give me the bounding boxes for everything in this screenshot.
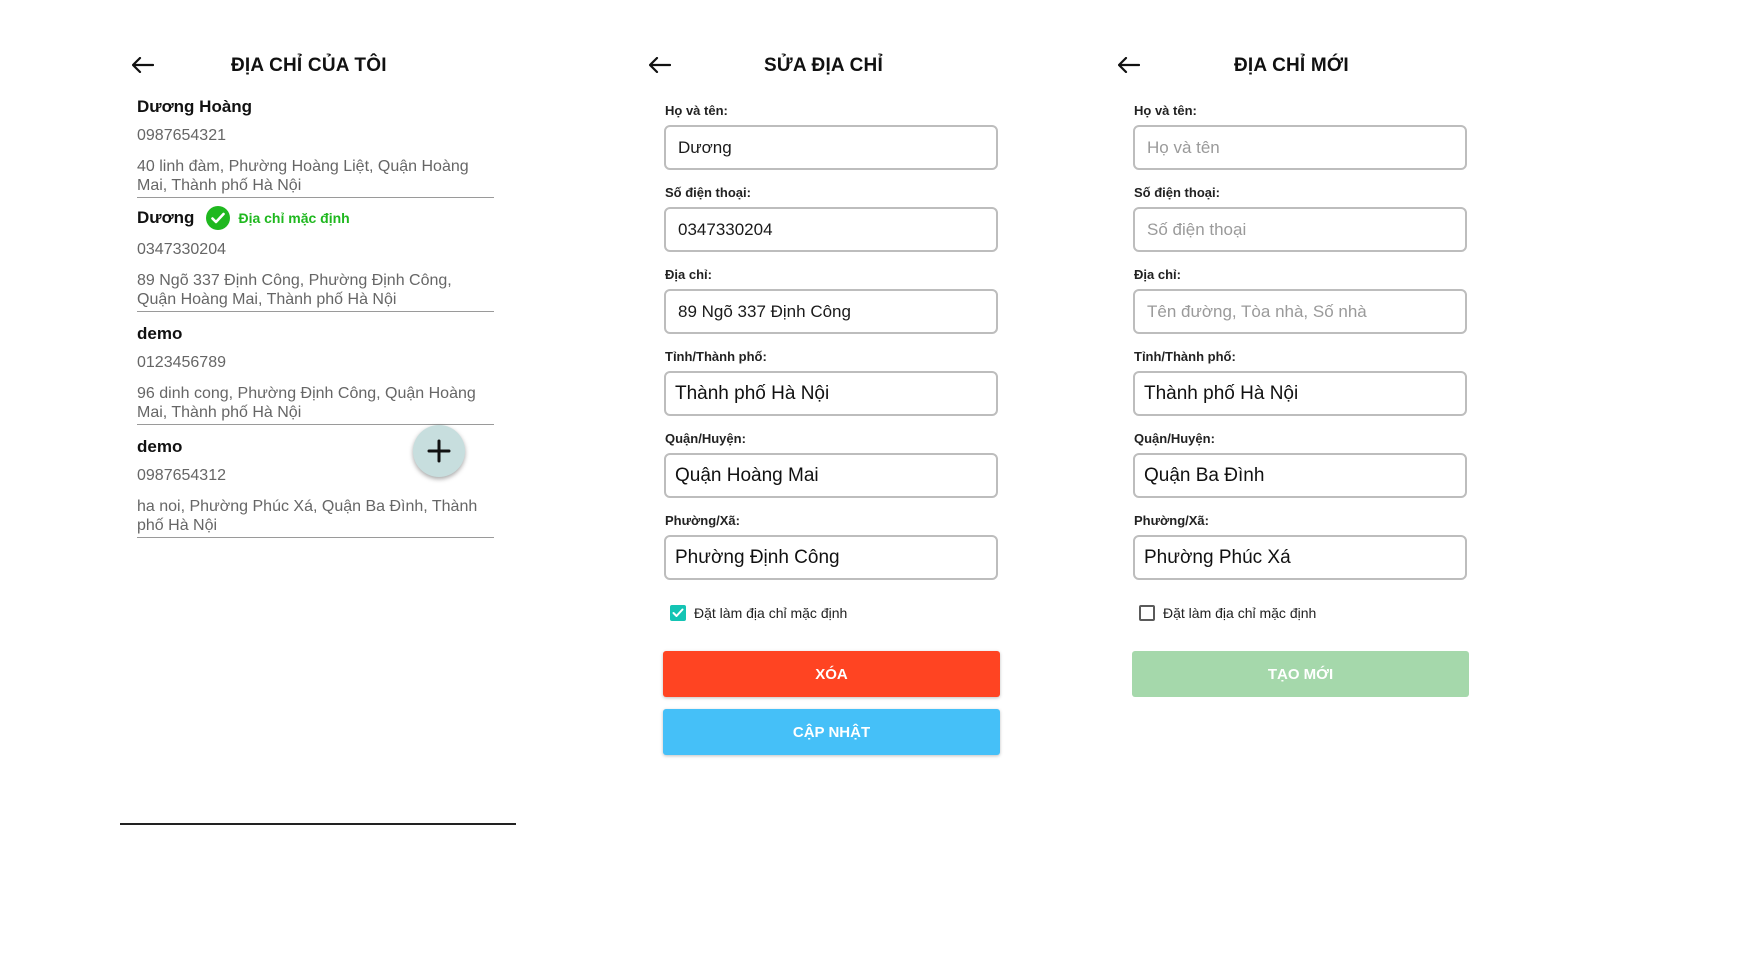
address-phone: 0123456789	[137, 354, 226, 371]
arrow-left-icon	[649, 57, 671, 73]
page-title: ĐỊA CHỈ MỚI	[1234, 55, 1349, 76]
address-item[interactable]: demo	[137, 437, 182, 457]
address-text: 96 dinh cong, Phường Định Công, Quận Hoà…	[137, 385, 476, 421]
divider	[137, 311, 494, 312]
address-name: Dương	[137, 208, 195, 227]
default-checkbox[interactable]	[1139, 605, 1155, 621]
province-label: Tỉnh/Thành phố:	[1134, 349, 1236, 364]
address-phone: 0987654321	[137, 127, 226, 144]
default-checkbox[interactable]	[670, 605, 686, 621]
name-field[interactable]	[1133, 125, 1467, 170]
default-checkbox-label: Đặt làm địa chỉ mặc định	[1163, 605, 1317, 621]
add-address-button[interactable]	[413, 425, 465, 477]
ward-label: Phường/Xã:	[1134, 513, 1209, 528]
ward-value: Phường Phúc Xá	[1144, 546, 1291, 568]
phone-label: Số điện thoại:	[665, 185, 751, 200]
default-checkbox-row: Đặt làm địa chỉ mặc định	[1139, 605, 1316, 621]
district-select[interactable]: Quận Hoàng Mai	[664, 453, 998, 498]
divider	[137, 197, 494, 198]
arrow-left-icon	[132, 57, 154, 73]
province-label: Tỉnh/Thành phố:	[665, 349, 767, 364]
phone-field[interactable]	[1133, 207, 1467, 252]
address-field[interactable]	[1133, 289, 1467, 334]
address-name: Dương Hoàng	[137, 97, 253, 116]
back-button[interactable]	[130, 52, 156, 78]
name-label: Họ và tên:	[665, 103, 728, 118]
address-phone: 0347330204	[137, 241, 226, 258]
plus-icon	[427, 439, 451, 463]
address-label: Địa chỉ:	[1134, 267, 1181, 282]
default-label: Địa chỉ mặc định	[238, 210, 350, 226]
check-circle-icon	[206, 206, 231, 230]
province-value: Thành phố Hà Nội	[1144, 382, 1299, 404]
district-select[interactable]: Quận Ba Đình	[1133, 453, 1467, 498]
address-name: demo	[137, 324, 183, 343]
create-button[interactable]: TẠO MỚI	[1132, 651, 1469, 697]
ward-select[interactable]: Phường Định Công	[664, 535, 998, 580]
address-field[interactable]	[664, 289, 998, 334]
default-checkbox-row: Đặt làm địa chỉ mặc định	[670, 605, 847, 621]
checkmark-icon	[672, 608, 684, 617]
address-label: Địa chỉ:	[665, 267, 712, 282]
address-text: 89 Ngõ 337 Định Công, Phường Định Công, …	[137, 272, 452, 308]
address-text: 40 linh đàm, Phường Hoàng Liệt, Quận Hoà…	[137, 158, 469, 194]
district-label: Quận/Huyện:	[1134, 431, 1215, 446]
province-select[interactable]: Thành phố Hà Nội	[1133, 371, 1467, 416]
delete-button[interactable]: XÓA	[663, 651, 1000, 697]
phone-label: Số điện thoại:	[1134, 185, 1220, 200]
name-label: Họ và tên:	[1134, 103, 1197, 118]
address-item[interactable]: Dương Hoàng	[137, 97, 252, 117]
default-checkbox-label: Đặt làm địa chỉ mặc định	[694, 605, 848, 621]
back-button[interactable]	[647, 52, 673, 78]
arrow-left-icon	[1118, 57, 1140, 73]
divider	[137, 537, 494, 538]
address-phone: 0987654312	[137, 467, 226, 484]
district-value: Quận Hoàng Mai	[675, 464, 819, 486]
address-item[interactable]: demo	[137, 324, 182, 344]
district-label: Quận/Huyện:	[665, 431, 746, 446]
address-item[interactable]: Dương Địa chỉ mặc định	[137, 206, 350, 230]
ward-value: Phường Định Công	[675, 546, 840, 568]
phone-field[interactable]	[664, 207, 998, 252]
ward-label: Phường/Xã:	[665, 513, 740, 528]
page-title: ĐỊA CHỈ CỦA TÔI	[231, 55, 387, 76]
default-badge: Địa chỉ mặc định	[206, 206, 350, 230]
address-name: demo	[137, 437, 183, 456]
address-text: ha noi, Phường Phúc Xá, Quận Ba Đình, Th…	[137, 498, 478, 534]
back-button[interactable]	[1116, 52, 1142, 78]
name-field[interactable]	[664, 125, 998, 170]
page-title: SỬA ĐỊA CHỈ	[764, 55, 883, 76]
update-button[interactable]: CẬP NHẬT	[663, 709, 1000, 755]
district-value: Quận Ba Đình	[1144, 464, 1265, 486]
province-value: Thành phố Hà Nội	[675, 382, 830, 404]
ward-select[interactable]: Phường Phúc Xá	[1133, 535, 1467, 580]
province-select[interactable]: Thành phố Hà Nội	[664, 371, 998, 416]
home-indicator	[120, 823, 516, 825]
